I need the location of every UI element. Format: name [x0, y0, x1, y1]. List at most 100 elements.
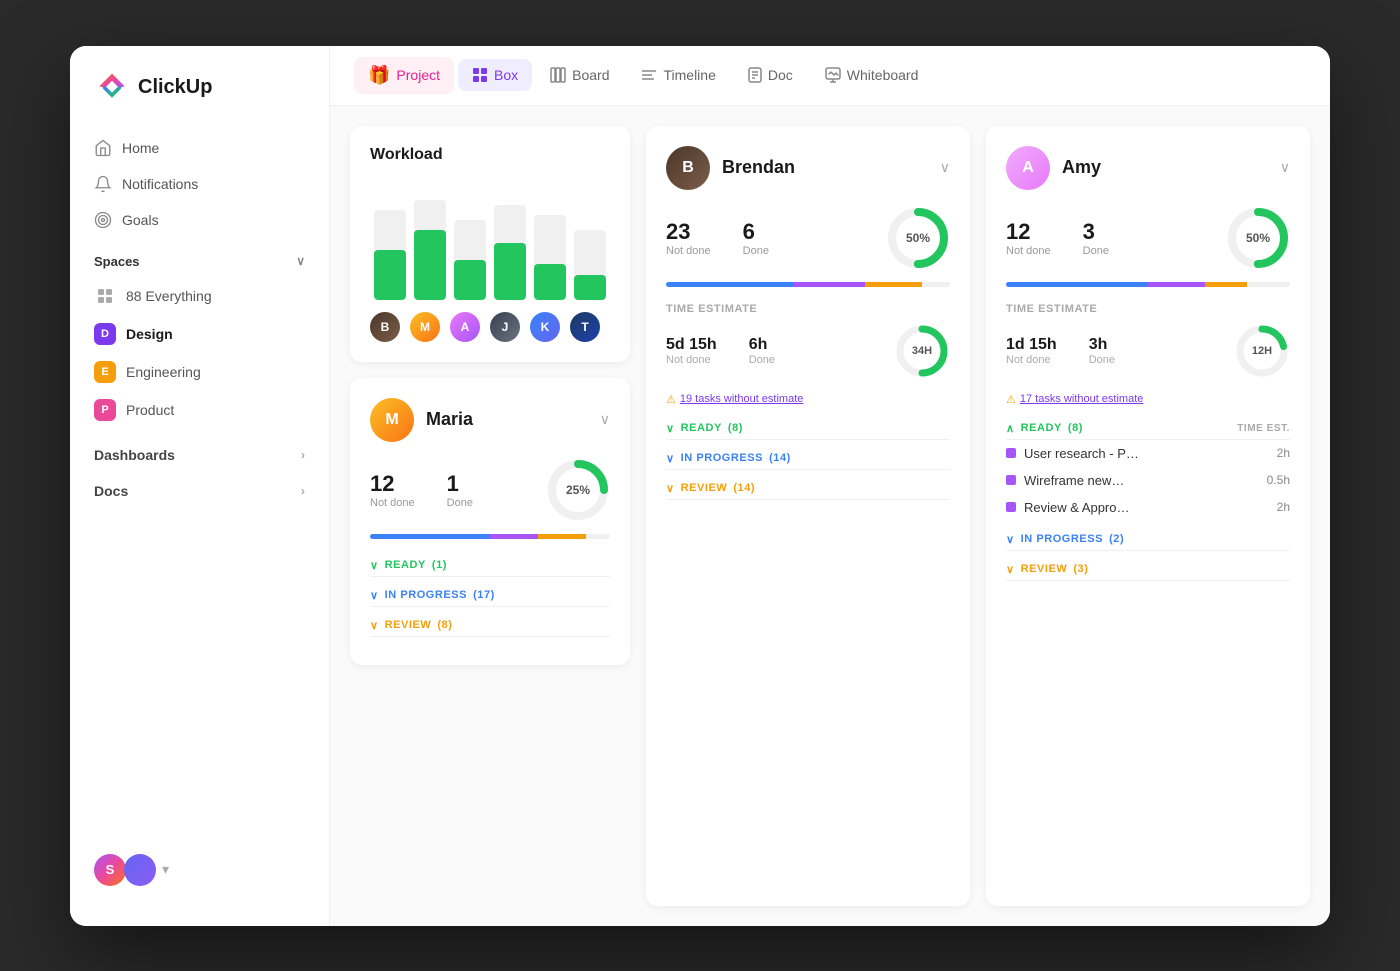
brendan-review-header[interactable]: ∨ REVIEW (14)	[666, 478, 950, 500]
user-avatar-2[interactable]	[124, 854, 156, 886]
logo[interactable]: ClickUp	[70, 70, 329, 130]
amy-donut: 50%	[1226, 206, 1290, 270]
amy-time-row: 1d 15h Not done 3h Done	[1006, 323, 1290, 379]
workload-avatar-6: T	[570, 312, 600, 342]
amy-task-3: Review & Appro… 2h	[1006, 494, 1290, 521]
amy-in-progress-header[interactable]: ∨ IN PROGRESS (2)	[1006, 529, 1290, 551]
amy-time-not-done: 1d 15h Not done	[1006, 336, 1057, 366]
workload-avatar-5: K	[530, 312, 560, 342]
amy-done-number: 3	[1083, 219, 1109, 245]
bell-icon	[94, 175, 112, 193]
maria-progress-bar	[370, 534, 610, 539]
brendan-time-row: 5d 15h Not done 6h Done	[666, 323, 950, 379]
spaces-collapse-icon[interactable]: ∨	[296, 254, 305, 268]
footer-chevron-icon[interactable]: ▾	[162, 861, 169, 878]
maria-not-done-stat: 12 Not done	[370, 471, 415, 509]
amy-expand-icon[interactable]: ∨	[1280, 159, 1290, 176]
amy-time-section: TIME ESTIMATE 1d 15h Not done 3h Done	[1006, 303, 1290, 379]
amy-not-done-label: Not done	[1006, 245, 1051, 257]
sidebar-nav: Home Notifications Goals	[70, 130, 329, 238]
maria-donut: 25%	[546, 458, 610, 522]
amy-info: A Amy	[1006, 146, 1101, 190]
brendan-header: B Brendan ∨	[666, 146, 950, 190]
task-dot-1	[1006, 448, 1016, 458]
brendan-time-donut-label: 34H	[894, 323, 950, 379]
maria-expand-icon[interactable]: ∨	[600, 411, 610, 428]
maria-done-label: Done	[447, 497, 473, 509]
amy-warning-link[interactable]: 17 tasks without estimate	[1020, 393, 1144, 405]
sidebar-item-everything[interactable]: 88 Everything	[70, 277, 329, 315]
tab-box[interactable]: Box	[458, 59, 532, 91]
board-tab-icon	[550, 67, 566, 83]
maria-ready-header[interactable]: ∨ READY (1)	[370, 555, 610, 577]
maria-header: M Maria ∨	[370, 398, 610, 442]
spaces-section-header[interactable]: Spaces ∨	[70, 238, 329, 277]
amy-ready-header[interactable]: ∧ READY (8) TIME EST.	[1006, 418, 1290, 440]
chart-bars	[374, 180, 606, 300]
sidebar-item-design[interactable]: D Design	[70, 315, 329, 353]
amy-time-donut-label: 12H	[1234, 323, 1290, 379]
workload-chart	[370, 180, 610, 300]
chart-bar-1	[374, 210, 406, 300]
workload-avatar-3: A	[450, 312, 480, 342]
maria-done-number: 1	[447, 471, 473, 497]
sidebar-item-product[interactable]: P Product	[70, 391, 329, 429]
workload-avatar-4: J	[490, 312, 520, 342]
brendan-name: Brendan	[722, 157, 795, 178]
amy-avatar: A	[1006, 146, 1050, 190]
brendan-progress-bar	[666, 282, 950, 287]
amy-task-1: User research - P… 2h	[1006, 440, 1290, 467]
brendan-ready-header[interactable]: ∨ READY (8)	[666, 418, 950, 440]
user-avatar-s[interactable]: S	[94, 854, 126, 886]
amy-progress-bar	[1006, 282, 1290, 287]
brendan-ready-section: ∨ READY (8)	[666, 418, 950, 440]
project-tab-icon: 🎁	[368, 65, 390, 86]
maria-review-header[interactable]: ∨ REVIEW (8)	[370, 615, 610, 637]
brendan-done-stat: 6 Done	[743, 219, 769, 257]
sidebar-item-goals[interactable]: Goals	[82, 202, 317, 238]
brendan-done-label: Done	[743, 245, 769, 257]
timeline-tab-icon	[641, 67, 657, 83]
amy-not-done-number: 12	[1006, 219, 1051, 245]
amy-donut-label: 50%	[1226, 206, 1290, 270]
sidebar: ClickUp Home Notifications Goals	[70, 46, 330, 926]
brendan-stats-row: 23 Not done 6 Done 50%	[666, 206, 950, 270]
tab-whiteboard[interactable]: Whiteboard	[811, 59, 933, 91]
workload-avatar-2: M	[410, 312, 440, 342]
workload-avatar-1: B	[370, 312, 400, 342]
left-column: Workload	[350, 126, 630, 906]
brendan-time-section: TIME ESTIMATE 5d 15h Not done 6h Done	[666, 303, 950, 379]
maria-not-done-number: 12	[370, 471, 415, 497]
sidebar-item-notifications[interactable]: Notifications	[82, 166, 317, 202]
amy-review-header[interactable]: ∨ REVIEW (3)	[1006, 559, 1290, 581]
amy-time-done: 3h Done	[1089, 336, 1115, 366]
tab-board[interactable]: Board	[536, 59, 623, 91]
sidebar-item-dashboards[interactable]: Dashboards ›	[82, 437, 317, 473]
brendan-expand-icon[interactable]: ∨	[940, 159, 950, 176]
amy-not-done-stat: 12 Not done	[1006, 219, 1051, 257]
sidebar-item-home[interactable]: Home	[82, 130, 317, 166]
brendan-done-number: 6	[743, 219, 769, 245]
amy-time-estimate-title: TIME ESTIMATE	[1006, 303, 1290, 315]
brendan-donut-label: 50%	[886, 206, 950, 270]
goals-icon	[94, 211, 112, 229]
brendan-warning-link[interactable]: 19 tasks without estimate	[680, 393, 804, 405]
brendan-donut: 50%	[886, 206, 950, 270]
chart-bar-3	[454, 220, 486, 300]
brendan-time-done: 6h Done	[749, 336, 775, 366]
brendan-not-done-stat: 23 Not done	[666, 219, 711, 257]
maria-in-progress-header[interactable]: ∨ IN PROGRESS (17)	[370, 585, 610, 607]
brendan-in-progress-header[interactable]: ∨ IN PROGRESS (14)	[666, 448, 950, 470]
sidebar-footer: S ▾	[70, 838, 329, 902]
amy-card: A Amy ∨ 12 Not done 3 Done	[986, 126, 1310, 906]
tab-timeline[interactable]: Timeline	[627, 59, 729, 91]
tab-doc[interactable]: Doc	[734, 59, 807, 91]
tab-project[interactable]: 🎁 Project	[354, 57, 454, 94]
sidebar-item-docs[interactable]: Docs ›	[82, 473, 317, 509]
maria-not-done-label: Not done	[370, 497, 415, 509]
chart-bar-2	[414, 200, 446, 300]
app-window: ClickUp Home Notifications Goals	[70, 46, 1330, 926]
workload-avatars: B M A J K T	[370, 312, 610, 342]
sidebar-item-engineering[interactable]: E Engineering	[70, 353, 329, 391]
warning-icon: ⚠	[666, 393, 676, 406]
